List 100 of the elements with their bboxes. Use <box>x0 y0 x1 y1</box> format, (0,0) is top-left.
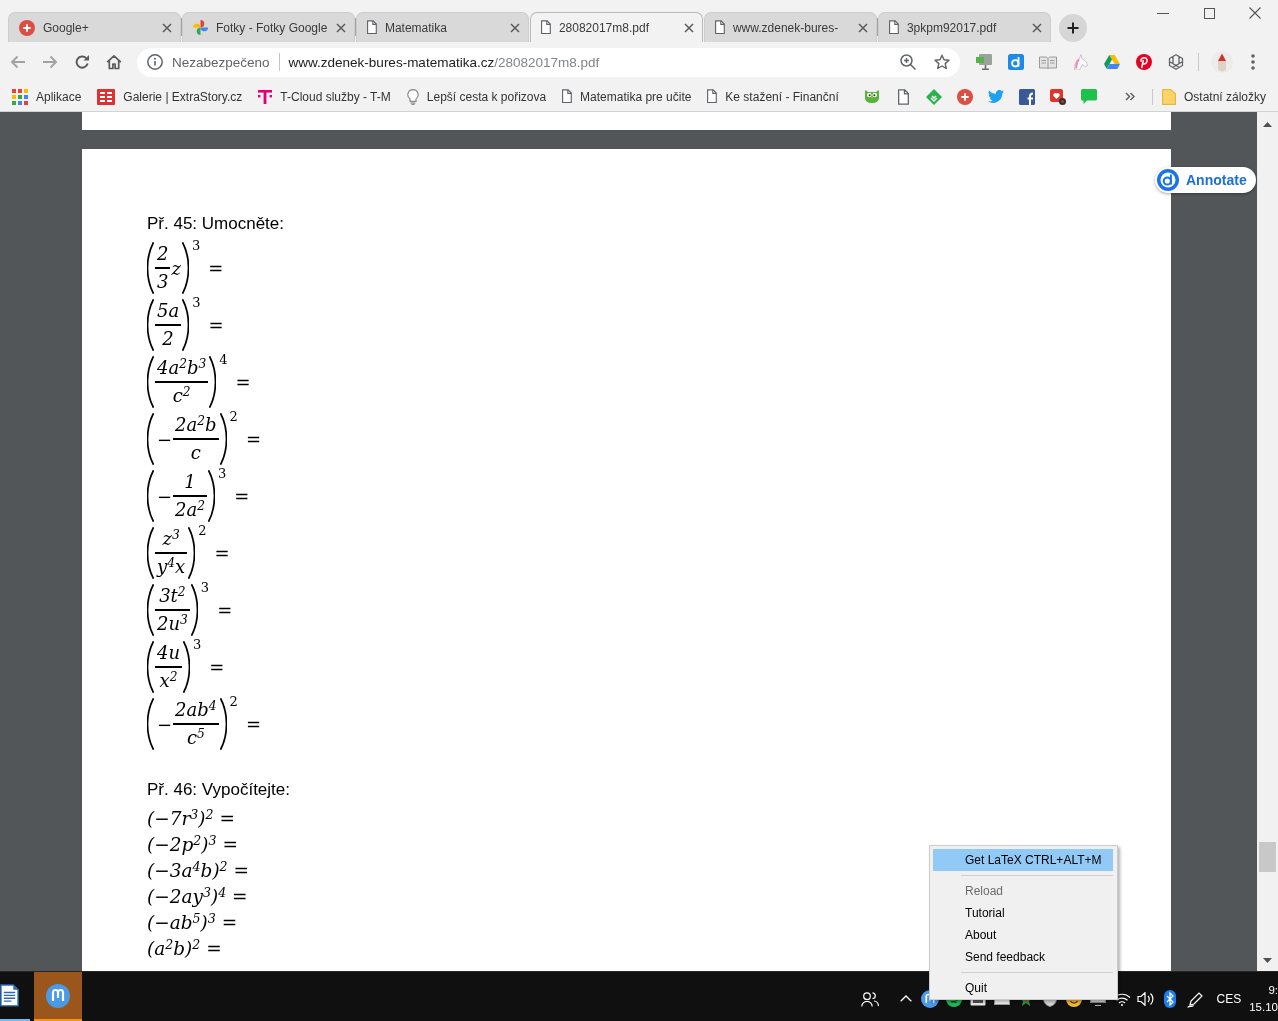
opening-parenthesis <box>147 641 154 693</box>
menu-item[interactable]: Get LaTeX CTRL+ALT+M <box>933 849 1113 871</box>
close-icon[interactable] <box>510 22 520 33</box>
owl-icon[interactable] <box>865 90 880 103</box>
info-icon[interactable] <box>147 54 163 70</box>
equals-sign: = <box>235 371 251 393</box>
monitor-icon[interactable] <box>976 54 992 70</box>
fraction-numerator: 4a$^{2}$b$^{3}$ <box>156 356 208 380</box>
apps-grid-icon <box>12 88 28 105</box>
plus-circle-icon[interactable] <box>957 88 974 105</box>
zoom-in-icon[interactable] <box>900 54 916 70</box>
close-icon[interactable] <box>1249 7 1261 19</box>
fraction-numerator: 5a <box>156 299 181 323</box>
browser-tab[interactable]: Matematika <box>356 12 529 42</box>
bookmark[interactable]: Lepší cesta k pořizova <box>398 84 555 109</box>
clock-date[interactable]: 15.10 <box>1249 998 1278 1016</box>
opening-parenthesis <box>147 356 154 408</box>
menu-item[interactable]: About <box>933 924 1113 946</box>
closing-parenthesis <box>219 413 227 465</box>
menu-item[interactable]: Send feedback <box>933 946 1113 968</box>
social-square-icon[interactable] <box>1019 88 1036 105</box>
equals-sign: = <box>245 713 261 735</box>
opening-parenthesis <box>147 698 154 750</box>
bookmark[interactable]: Matematika pre učite <box>554 84 700 109</box>
equals-sign: = <box>208 314 224 336</box>
scrollbar[interactable] <box>1257 112 1278 971</box>
avatar-icon[interactable] <box>1211 51 1233 73</box>
chevron-up-icon[interactable] <box>899 995 912 1002</box>
heart-badge-icon[interactable] <box>1050 88 1067 105</box>
browser-tab[interactable]: 3pkpm92017.pdf <box>878 12 1051 42</box>
double-chevron-icon[interactable] <box>1125 92 1136 101</box>
closing-parenthesis <box>182 299 190 351</box>
browser-tab[interactable]: 28082017m8.pdf <box>530 12 703 42</box>
more-icon[interactable] <box>1251 54 1255 70</box>
document-icon[interactable] <box>897 88 909 105</box>
home-icon[interactable] <box>106 54 122 70</box>
math-expression: (−2p$^{2}$)$^{3}$ = <box>147 832 238 857</box>
browser-tab[interactable]: Google+ <box>8 12 181 42</box>
equals-sign: = <box>217 599 233 621</box>
scroll-down-icon[interactable] <box>1263 958 1272 963</box>
close-icon[interactable] <box>336 22 346 33</box>
fraction-numerator: 2a$^{2}$b <box>174 413 218 437</box>
pin-logo-icon[interactable] <box>1136 54 1152 70</box>
browser-tab[interactable]: www.zdenek-bures- <box>704 12 877 42</box>
minus-sign: − <box>157 485 173 507</box>
bookmark[interactable]: Ke stažení - Finanční <box>699 84 847 109</box>
menu-item[interactable]: Quit <box>933 977 1113 999</box>
bluetooth-icon[interactable] <box>1163 989 1176 1008</box>
scrollbar-thumb[interactable] <box>1259 842 1276 872</box>
bookmark[interactable]: Galerie | ExtraStory.cz <box>89 84 251 109</box>
people-icon[interactable] <box>860 990 879 1007</box>
triangle-logo-icon[interactable] <box>1104 55 1120 69</box>
minimize-icon[interactable] <box>1157 12 1169 14</box>
close-icon[interactable] <box>162 22 172 33</box>
closing-parenthesis <box>181 242 189 294</box>
feed-icon[interactable] <box>926 88 943 105</box>
address-bar[interactable]: Nezabezpečeno www.zdenek-bures-matematika.cz/28082017m8.pdf <box>137 47 960 77</box>
equals-sign: = <box>208 257 224 279</box>
folder-icon <box>1161 88 1176 105</box>
t-logo-icon <box>258 89 273 104</box>
fraction-numerator: z$^{3}$ <box>161 527 181 551</box>
fraction-denominator: 2 <box>161 327 175 351</box>
knot-icon[interactable] <box>1168 54 1184 70</box>
maximize-icon[interactable] <box>1203 7 1215 19</box>
close-icon[interactable] <box>1032 22 1042 33</box>
bird-icon[interactable] <box>988 90 1005 103</box>
fraction-numerator: 4u <box>156 641 182 665</box>
bookmark-folder[interactable]: Ostatní záložky <box>1153 84 1274 109</box>
app-tile-icon[interactable] <box>1008 54 1024 70</box>
new-tab-icon[interactable] <box>1059 14 1087 42</box>
equals-sign: = <box>245 428 261 450</box>
fraction-denominator: x$^{2}$ <box>158 669 179 693</box>
annotate-button[interactable]: Annotate <box>1155 167 1256 193</box>
star-icon[interactable] <box>934 54 950 70</box>
document-icon <box>367 20 377 35</box>
fraction-denominator: c$^{5}$ <box>185 726 206 750</box>
scroll-up-icon[interactable] <box>1263 122 1272 127</box>
input-language[interactable]: CES <box>1216 991 1242 1006</box>
document-icon <box>715 20 725 35</box>
bookmark[interactable]: Aplikace <box>4 84 90 109</box>
document-icon <box>541 20 551 35</box>
menu-item[interactable]: Tutorial <box>933 902 1113 924</box>
pinwheel-icon <box>193 20 208 35</box>
bookmark[interactable]: T-Cloud služby - T-M <box>250 84 399 109</box>
exponent: 3 <box>218 466 227 481</box>
striped-tile-icon <box>97 88 116 105</box>
document-icon <box>562 89 573 104</box>
close-icon[interactable] <box>858 22 868 33</box>
exponent: 3 <box>192 295 201 310</box>
clock-time[interactable]: 9: <box>1268 981 1278 999</box>
speaker-icon[interactable] <box>1136 991 1155 1006</box>
math-expression: (−3a$^{4}$b)$^{2}$ = <box>147 858 249 883</box>
plus-circle-icon <box>19 19 35 36</box>
close-icon[interactable] <box>684 22 694 33</box>
fraction-denominator: 2a$^{2}$ <box>174 498 207 522</box>
exponent: 4 <box>219 352 228 367</box>
closing-parenthesis <box>188 527 196 579</box>
document-icon <box>707 89 718 104</box>
reload-icon[interactable] <box>74 54 90 70</box>
browser-tab[interactable]: Fotky - Fotky Google <box>182 12 355 42</box>
